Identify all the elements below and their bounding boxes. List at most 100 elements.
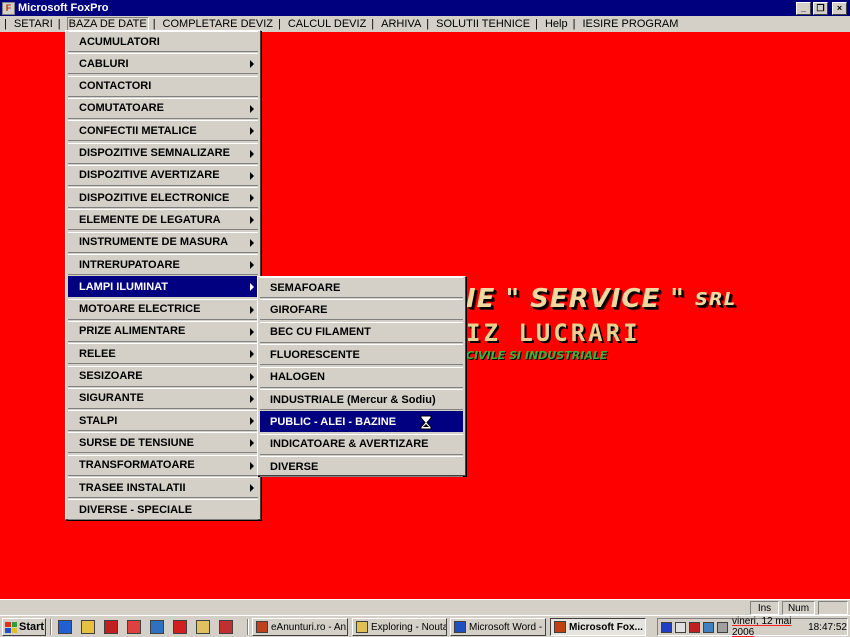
menu-item-label: DISPOZITIVE SEMNALIZARE	[79, 147, 230, 159]
menu-solutii-tehnice[interactable]: SOLUTII TEHNICE	[435, 18, 531, 30]
menu-calcul-deviz[interactable]: CALCUL DEVIZ	[287, 18, 367, 30]
taskbar-button-3[interactable]: Microsoft Word - ...	[450, 618, 546, 636]
menu-item-dispozitive-avertizare[interactable]: DISPOZITIVE AVERTIZARE	[68, 164, 258, 186]
submenu-item-industriale-mercur-sodiu[interactable]: INDUSTRIALE (Mercur & Sodiu)	[260, 389, 463, 410]
submenu-arrow-icon	[250, 461, 254, 470]
menu-item-sigurante[interactable]: SIGURANTE	[68, 387, 258, 409]
taskbar-button-2[interactable]: Exploring - Noutati	[352, 618, 447, 636]
menu-baza-de-date[interactable]: BAZA DE DATE	[66, 17, 149, 31]
submenu-arrow-icon	[250, 171, 254, 180]
restore-button[interactable]: ❐	[813, 1, 828, 15]
tray-clock[interactable]: 18:47:52	[808, 622, 847, 633]
submenu-item-diverse[interactable]: DIVERSE	[260, 456, 463, 478]
menu-item-trasee-instalatii[interactable]: TRASEE INSTALATII	[68, 477, 258, 498]
menu-item-transformatoare[interactable]: TRANSFORMATOARE	[68, 454, 258, 476]
ins-indicator: Ins	[750, 601, 779, 615]
explorer-icon[interactable]	[196, 620, 210, 634]
submenu-arrow-icon	[250, 327, 254, 336]
close-button[interactable]: ×	[832, 1, 847, 15]
submenu-item-label: FLUORESCENTE	[270, 348, 360, 361]
menu-item-label: ELEMENTE DE LEGATURA	[79, 213, 221, 226]
menu-item-confectii-metalice[interactable]: CONFECTII METALICE	[68, 120, 258, 142]
menu-item-label: LAMPI ILUMINAT	[79, 280, 169, 293]
menu-separator: |	[4, 18, 7, 30]
app-icon[interactable]	[127, 620, 141, 634]
volume-icon[interactable]	[675, 621, 686, 633]
media-icon[interactable]	[104, 620, 118, 634]
menu-iesire-program[interactable]: IESIRE PROGRAM	[581, 18, 679, 30]
menu-item-motoare-electrice[interactable]: MOTOARE ELECTRICE	[68, 298, 258, 320]
menu-item-prize-alimentare[interactable]: PRIZE ALIMENTARE	[68, 320, 258, 342]
menu-item-intrerupatoare[interactable]: INTRERUPATOARE	[68, 254, 258, 275]
minimize-button[interactable]: _	[796, 1, 811, 15]
start-button[interactable]: Start	[2, 618, 46, 636]
taskbar-button-4[interactable]: Microsoft Fox...	[550, 618, 646, 636]
menu-item-contactori[interactable]: CONTACTORI	[68, 75, 258, 97]
menu-separator: |	[426, 18, 430, 30]
taskbar-button-1[interactable]: eAnunturi.ro - An...	[252, 618, 348, 636]
menu-item-diverse-speciale[interactable]: DIVERSE - SPECIALE	[68, 499, 258, 521]
submenu-item-semafoare[interactable]: SEMAFOARE	[260, 277, 463, 298]
outlook-icon[interactable]	[81, 620, 95, 634]
menu-arhiva[interactable]: ARHIVA	[380, 18, 422, 30]
submenu-item-label: PUBLIC - ALEI - BAZINE	[270, 415, 397, 428]
submenu-arrow-icon	[250, 394, 254, 403]
menu-item-lampi-iluminat[interactable]: LAMPI ILUMINAT	[68, 276, 258, 298]
submenu-arrow-icon	[250, 194, 254, 203]
foxpro-icon[interactable]: F	[2, 1, 15, 15]
logo-service-text: IE " SERVICE "	[466, 284, 685, 314]
menu-item-acumulatori[interactable]: ACUMULATORI	[68, 31, 258, 52]
submenu-arrow-icon	[250, 439, 254, 448]
network-icon[interactable]	[703, 621, 714, 633]
submenu-arrow-icon	[250, 104, 254, 113]
submenu-arrow-icon	[250, 261, 254, 269]
menu-item-label: CONFECTII METALICE	[79, 124, 197, 137]
menu-setari[interactable]: SETARI	[13, 18, 54, 30]
submenu-arrow-icon	[250, 350, 254, 359]
desktop-icon[interactable]	[150, 620, 164, 634]
menu-item-label: STALPI	[79, 414, 118, 427]
menu-item-relee[interactable]: RELEE	[68, 343, 258, 365]
menu-item-label: PRIZE ALIMENTARE	[79, 325, 186, 338]
submenu-item-public-alei-bazine[interactable]: PUBLIC - ALEI - BAZINE	[260, 411, 463, 433]
ie-icon[interactable]	[58, 620, 72, 634]
menu-completare-deviz[interactable]: COMPLETARE DEVIZ	[162, 18, 274, 30]
submenu-arrow-icon	[250, 305, 254, 314]
menu-help[interactable]: Help	[544, 18, 569, 30]
submenu-arrow-icon	[250, 149, 254, 158]
menu-item-comutatoare[interactable]: COMUTATOARE	[68, 97, 258, 119]
menu-item-instrumente-de-masura[interactable]: INSTRUMENTE DE MASURA	[68, 231, 258, 253]
menu-item-surse-de-tensiune[interactable]: SURSE DE TENSIUNE	[68, 432, 258, 454]
submenu-item-indicatoare-avertizare[interactable]: INDICATOARE & AVERTIZARE	[260, 433, 463, 455]
tray-date[interactable]: vineri, 12 mai 2006	[732, 616, 799, 637]
menu-item-dispozitive-semnalizare[interactable]: DISPOZITIVE SEMNALIZARE	[68, 142, 258, 164]
submenu-arrow-icon	[250, 484, 254, 492]
opera-icon[interactable]	[173, 620, 187, 634]
menu-separator: |	[57, 18, 61, 30]
submenu-item-fluorescente[interactable]: FLUORESCENTE	[260, 344, 463, 366]
menu-item-label: TRANSFORMATOARE	[79, 459, 195, 472]
submenu-item-bec-cu-filament[interactable]: BEC CU FILAMENT	[260, 321, 463, 343]
menu-item-label: MOTOARE ELECTRICE	[79, 303, 201, 316]
menu-item-elemente-de-legatura[interactable]: ELEMENTE DE LEGATURA	[68, 209, 258, 231]
task-label: Exploring - Noutati	[371, 621, 447, 633]
menu-item-stalpi[interactable]: STALPI	[68, 410, 258, 432]
task-label: Microsoft Fox...	[569, 621, 643, 633]
antivirus-icon[interactable]	[689, 621, 700, 633]
submenu-item-label: BEC CU FILAMENT	[270, 326, 371, 339]
task-app-icon	[554, 621, 566, 633]
submenu-arrow-icon	[250, 238, 254, 247]
pdf-icon[interactable]	[219, 620, 233, 634]
language-icon[interactable]	[661, 621, 672, 633]
menu-item-dispozitive-electronice[interactable]: DISPOZITIVE ELECTRONICE	[68, 187, 258, 209]
menu-item-cabluri[interactable]: CABLURI	[68, 53, 258, 75]
menu-item-label: ACUMULATORI	[79, 35, 160, 48]
submenu-item-girofare[interactable]: GIROFARE	[260, 299, 463, 321]
submenu-arrow-icon	[250, 60, 254, 69]
submenu-item-halogen[interactable]: HALOGEN	[260, 366, 463, 388]
menu-item-sesizoare[interactable]: SESIZOARE	[68, 365, 258, 387]
hourglass-cursor-icon	[420, 415, 432, 430]
submenu-arrow-icon	[250, 127, 254, 136]
company-logo-line1: IE " SERVICE " SRL	[466, 284, 736, 314]
printer-icon[interactable]	[717, 621, 728, 633]
